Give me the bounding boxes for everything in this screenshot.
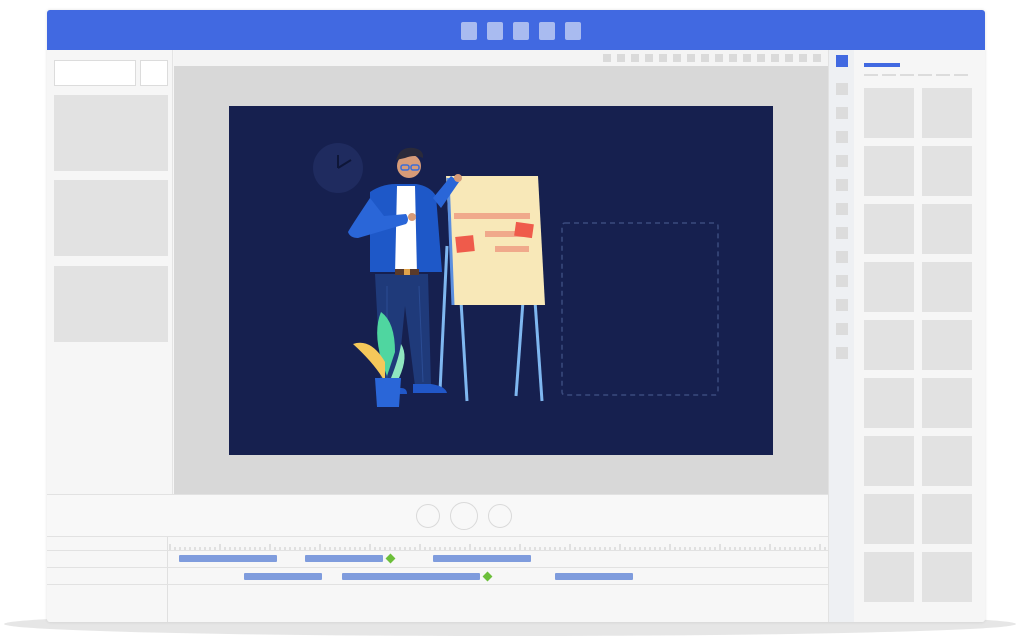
media-thumbnail[interactable] xyxy=(922,552,972,602)
tab[interactable] xyxy=(900,74,914,76)
tool-icon[interactable] xyxy=(836,83,848,95)
left-panel xyxy=(47,50,173,494)
tool-icon[interactable] xyxy=(836,347,848,359)
timeline-clip[interactable] xyxy=(179,555,277,562)
title-bar xyxy=(47,10,985,50)
editor-window xyxy=(47,10,985,622)
next-icon[interactable] xyxy=(488,504,512,528)
tool-icon[interactable] xyxy=(836,227,848,239)
right-panel xyxy=(854,50,985,622)
canvas-tool-icon[interactable] xyxy=(757,54,765,62)
media-thumbnail[interactable] xyxy=(864,320,914,370)
media-thumbnail[interactable] xyxy=(922,262,972,312)
vertical-toolbar xyxy=(828,50,854,622)
timeline-ruler[interactable] xyxy=(168,537,828,551)
canvas-tool-icon[interactable] xyxy=(785,54,793,62)
tool-icon[interactable] xyxy=(836,299,848,311)
canvas-tool-icon[interactable] xyxy=(701,54,709,62)
canvas-tool-icon[interactable] xyxy=(673,54,681,62)
media-thumbnail[interactable] xyxy=(922,378,972,428)
tool-icon[interactable] xyxy=(836,275,848,287)
video-stage[interactable] xyxy=(229,106,773,455)
toolbar-button-1[interactable] xyxy=(461,22,477,40)
timeline-clip[interactable] xyxy=(244,573,322,580)
canvas-toolbar xyxy=(174,50,828,66)
tool-icon[interactable] xyxy=(836,203,848,215)
toolbar-button-4[interactable] xyxy=(539,22,555,40)
media-thumbnail[interactable] xyxy=(864,88,914,138)
track-divider xyxy=(47,550,828,551)
canvas-tool-icon[interactable] xyxy=(645,54,653,62)
canvas-tool-icon[interactable] xyxy=(603,54,611,62)
timeline-clip[interactable] xyxy=(555,573,633,580)
toolbar-button-3[interactable] xyxy=(513,22,529,40)
tool-icon[interactable] xyxy=(836,251,848,263)
timeline-clip[interactable] xyxy=(433,555,531,562)
flipchart-icon[interactable] xyxy=(438,176,545,402)
tool-icon[interactable] xyxy=(836,107,848,119)
tool-icon[interactable] xyxy=(836,179,848,191)
filter-button[interactable] xyxy=(140,60,168,86)
clock-icon xyxy=(313,143,363,193)
media-thumbnail[interactable] xyxy=(864,494,914,544)
playback-bar xyxy=(47,494,828,537)
canvas-tool-icon[interactable] xyxy=(631,54,639,62)
media-thumbnail[interactable] xyxy=(922,436,972,486)
search-input[interactable] xyxy=(54,60,136,86)
media-thumbnail[interactable] xyxy=(864,436,914,486)
tab[interactable] xyxy=(954,74,968,76)
media-thumbnail[interactable] xyxy=(864,262,914,312)
media-thumbnail[interactable] xyxy=(922,494,972,544)
asset-card[interactable] xyxy=(54,180,168,256)
asset-card[interactable] xyxy=(54,266,168,342)
media-thumbnail[interactable] xyxy=(922,146,972,196)
play-icon[interactable] xyxy=(450,502,478,530)
canvas-tool-icon[interactable] xyxy=(617,54,625,62)
keyframe-marker[interactable] xyxy=(482,571,493,582)
track-divider xyxy=(47,567,828,568)
media-thumbnail[interactable] xyxy=(864,146,914,196)
tab[interactable] xyxy=(864,74,878,76)
placeholder-frame[interactable] xyxy=(561,222,719,396)
tool-icon[interactable] xyxy=(836,155,848,167)
timeline-clip[interactable] xyxy=(305,555,383,562)
media-thumbnail[interactable] xyxy=(864,204,914,254)
active-tool-icon[interactable] xyxy=(836,55,848,67)
media-thumbnail[interactable] xyxy=(864,552,914,602)
canvas-tool-icon[interactable] xyxy=(715,54,723,62)
canvas-tool-icon[interactable] xyxy=(799,54,807,62)
previous-icon[interactable] xyxy=(416,504,440,528)
toolbar-button-5[interactable] xyxy=(565,22,581,40)
tool-icon[interactable] xyxy=(836,323,848,335)
media-thumbnail[interactable] xyxy=(922,320,972,370)
asset-card[interactable] xyxy=(54,95,168,171)
track-divider xyxy=(47,584,828,585)
canvas-tool-icon[interactable] xyxy=(743,54,751,62)
timeline xyxy=(47,537,828,622)
canvas-tool-icon[interactable] xyxy=(659,54,667,62)
timeline-clip[interactable] xyxy=(342,573,480,580)
canvas-tool-icon[interactable] xyxy=(687,54,695,62)
canvas-tool-icon[interactable] xyxy=(813,54,821,62)
toolbar-button-2[interactable] xyxy=(487,22,503,40)
canvas-tool-icon[interactable] xyxy=(771,54,779,62)
tab[interactable] xyxy=(882,74,896,76)
tab-active[interactable] xyxy=(864,63,900,67)
media-thumbnail[interactable] xyxy=(922,204,972,254)
media-thumbnail[interactable] xyxy=(922,88,972,138)
stage-scene xyxy=(313,143,719,407)
media-thumbnail[interactable] xyxy=(864,378,914,428)
tab[interactable] xyxy=(936,74,950,76)
tab[interactable] xyxy=(918,74,932,76)
canvas-area xyxy=(174,50,828,494)
keyframe-marker[interactable] xyxy=(385,553,396,564)
canvas-tool-icon[interactable] xyxy=(729,54,737,62)
tool-icon[interactable] xyxy=(836,131,848,143)
